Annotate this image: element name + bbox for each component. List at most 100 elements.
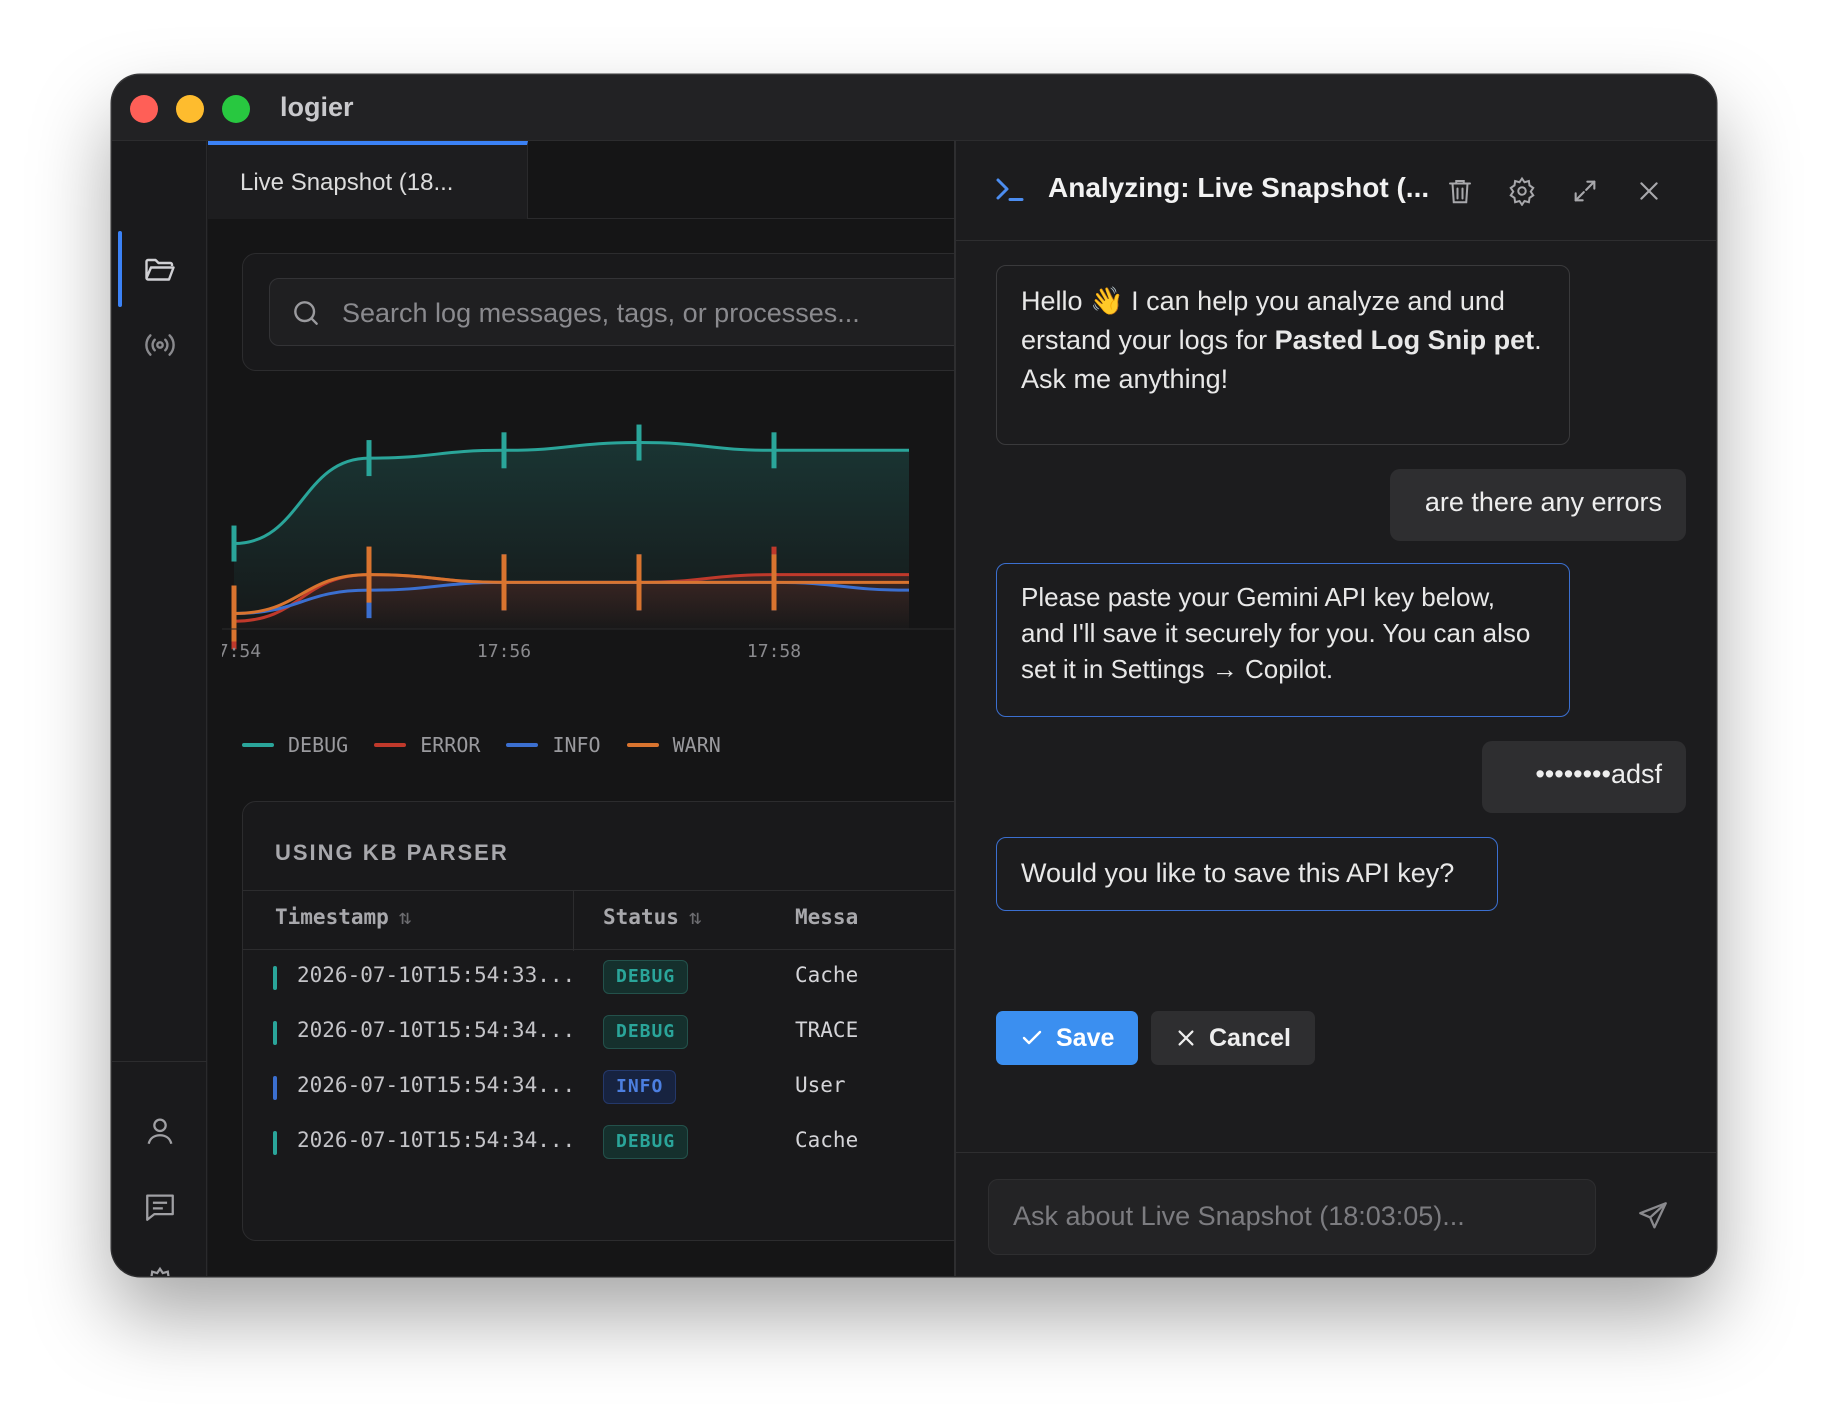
status-badge: DEBUG <box>603 960 689 994</box>
assistant-message: Would you like to save this API key? <box>996 837 1498 911</box>
table-row[interactable]: 2026-07-10T15:54:33... DEBUG Cache <box>243 950 954 1005</box>
minimize-window-button[interactable] <box>176 95 204 123</box>
sidebar-divider <box>112 1061 207 1062</box>
panel-title: Analyzing: Live Snapshot (... <box>1048 172 1430 203</box>
row-message: Cache <box>795 1128 859 1152</box>
column-label: Status <box>603 905 679 929</box>
legend-swatch <box>242 743 274 747</box>
panel-settings-button[interactable] <box>1502 171 1542 211</box>
app-title: logier <box>280 92 354 122</box>
legend-label: INFO <box>552 733 601 757</box>
broadcast-icon <box>145 334 175 356</box>
column-label: Messa <box>795 905 859 929</box>
sidebar-active-indicator <box>118 231 122 307</box>
app-window: logier Live Snapshot (18... Search log m… <box>112 75 1716 1276</box>
row-timestamp: 2026-07-10T15:54:34... <box>297 1073 576 1097</box>
log-level-chart: 17:54 17:56 17:58 <box>222 424 954 662</box>
status-badge: DEBUG <box>603 1125 689 1159</box>
save-label: Save <box>1056 1023 1115 1052</box>
sidebar-item-account[interactable] <box>140 1111 180 1151</box>
cancel-label: Cancel <box>1209 1023 1291 1052</box>
legend-label: ERROR <box>420 733 481 757</box>
level-indicator <box>273 1076 277 1100</box>
column-divider <box>573 891 574 951</box>
clear-chat-button[interactable] <box>1440 171 1480 211</box>
column-header-message[interactable]: Messa <box>795 905 858 929</box>
status-badge: DEBUG <box>603 1015 689 1049</box>
terminal-prompt-icon <box>996 178 1024 201</box>
column-header-status[interactable]: Status ⇅ <box>603 905 702 929</box>
table-row[interactable]: 2026-07-10T15:54:34... DEBUG TRACE <box>243 1005 954 1060</box>
table-row[interactable]: 2026-07-10T15:54:34... INFO User <box>243 1060 954 1115</box>
gear-icon <box>1509 176 1535 206</box>
status-badge: INFO <box>603 1070 677 1104</box>
search-icon <box>294 301 318 325</box>
column-label: Timestamp <box>275 905 389 929</box>
row-timestamp: 2026-07-10T15:54:34... <box>297 1128 576 1152</box>
title-bar: logier <box>112 75 1716 141</box>
panel-header: Analyzing: Live Snapshot (... <box>956 141 1716 241</box>
expand-icon <box>1574 180 1596 202</box>
legend-swatch <box>374 743 407 747</box>
legend-item-error[interactable]: ERROR <box>374 733 480 757</box>
send-icon[interactable] <box>1636 1199 1670 1233</box>
assistant-message: Hello 👋 I can help you analyze and und e… <box>996 265 1570 445</box>
search-input[interactable]: Search log messages, tags, or processes.… <box>269 278 954 346</box>
expand-panel-button[interactable] <box>1565 171 1605 211</box>
zoom-window-button[interactable] <box>222 95 250 123</box>
legend-swatch <box>626 743 659 747</box>
row-message: Cache <box>795 963 859 987</box>
messages-icon <box>146 1194 174 1221</box>
legend-swatch <box>506 743 539 747</box>
level-indicator <box>273 1131 277 1155</box>
main-area: Live Snapshot (18... Search log messages… <box>208 141 954 1276</box>
legend-item-debug[interactable]: DEBUG <box>242 733 348 757</box>
tab-strip-divider <box>528 218 954 219</box>
close-icon <box>1640 182 1658 200</box>
row-message: TRACE <box>795 1018 859 1042</box>
tab-label: Live Snapshot (18... <box>240 169 454 196</box>
legend-item-warn[interactable]: WARN <box>626 733 721 757</box>
sidebar-item-live[interactable] <box>140 325 180 365</box>
greeting-bold: Pasted Log Snip pet <box>1274 325 1535 356</box>
legend-item-info[interactable]: INFO <box>506 733 601 757</box>
cancel-button[interactable]: Cancel <box>1151 1011 1315 1065</box>
folder-icon <box>145 258 175 281</box>
user-message: are there any errors <box>1390 469 1686 541</box>
close-icon <box>1178 1030 1194 1046</box>
level-indicator <box>273 966 277 990</box>
tab-live-snapshot[interactable]: Live Snapshot (18... <box>208 141 528 219</box>
chat-placeholder: Ask about Live Snapshot (18:03:05)... <box>1013 1201 1465 1231</box>
column-header-timestamp[interactable]: Timestamp ⇅ <box>275 905 411 929</box>
level-indicator <box>273 1021 277 1045</box>
search-card: Search log messages, tags, or processes.… <box>242 253 954 371</box>
row-timestamp: 2026-07-10T15:54:33... <box>297 963 576 987</box>
check-icon <box>1022 1030 1042 1045</box>
sidebar-item-messages[interactable] <box>140 1187 180 1227</box>
sidebar-item-settings[interactable] <box>140 1263 180 1276</box>
table-header: Timestamp ⇅ Status ⇅ Messa <box>243 890 954 951</box>
search-placeholder: Search log messages, tags, or processes.… <box>342 298 860 328</box>
close-window-button[interactable] <box>130 95 158 123</box>
user-icon <box>147 1118 173 1145</box>
row-message: User <box>795 1073 846 1097</box>
copilot-panel: Analyzing: Live Snapshot (... Hello 👋 I … <box>954 141 1716 1276</box>
sort-icon[interactable]: ⇅ <box>399 905 412 929</box>
sort-icon[interactable]: ⇅ <box>689 905 702 929</box>
x-tick-label: 17:56 <box>477 641 531 662</box>
sidebar-item-files[interactable] <box>140 249 180 289</box>
table-row[interactable]: 2026-07-10T15:54:34... DEBUG Cache <box>243 1115 954 1170</box>
log-table: USING KB PARSER Timestamp ⇅ Status ⇅ Messa… <box>242 801 954 1241</box>
trash-icon <box>1449 180 1471 204</box>
close-panel-button[interactable] <box>1629 171 1669 211</box>
chat-input[interactable]: Ask about Live Snapshot (18:03:05)... <box>988 1179 1596 1255</box>
save-button[interactable]: Save <box>996 1011 1139 1065</box>
legend-label: WARN <box>672 733 721 757</box>
row-timestamp: 2026-07-10T15:54:34... <box>297 1018 576 1042</box>
x-tick-label: 17:54 <box>222 641 261 662</box>
table-title: USING KB PARSER <box>275 840 509 865</box>
chat-input-area: Ask about Live Snapshot (18:03:05)... <box>956 1152 1716 1276</box>
user-message: ••••••••adsf <box>1482 741 1686 813</box>
x-tick-label: 17:58 <box>747 641 801 662</box>
settings-icon <box>150 1266 170 1276</box>
